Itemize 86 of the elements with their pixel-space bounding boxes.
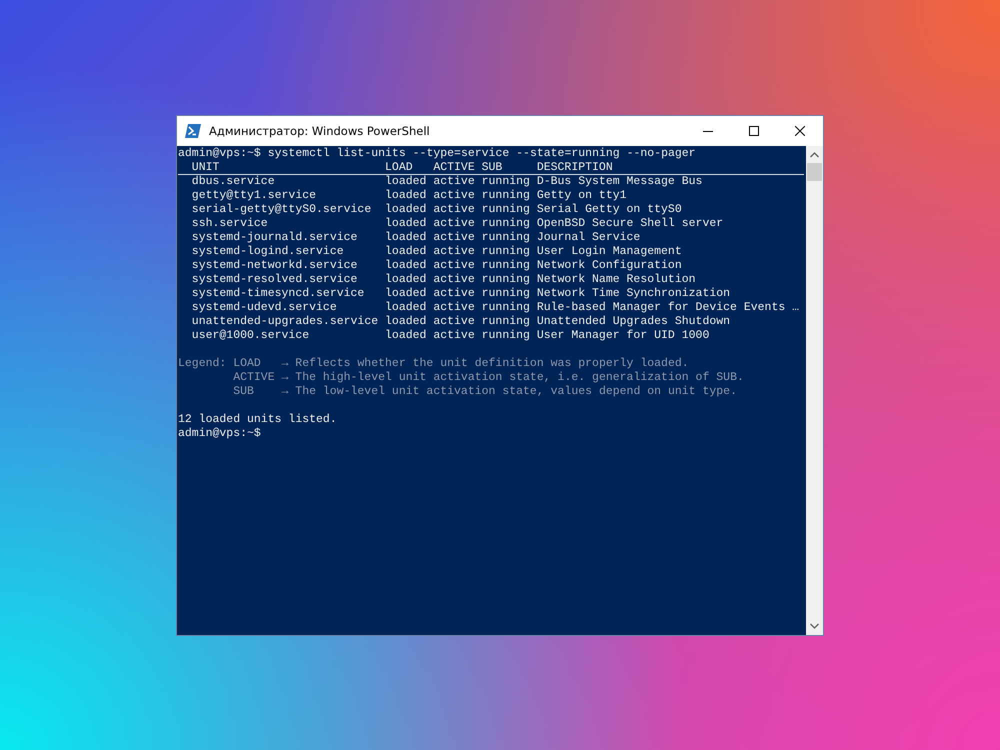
- shell-prompt: admin@vps:~$: [178, 426, 261, 440]
- sub-state: running: [482, 314, 531, 328]
- unit-name: systemd-logind.service: [192, 244, 345, 258]
- active-state: active: [433, 216, 476, 230]
- legend-arrow: →: [282, 384, 290, 398]
- legend-key: SUB: [233, 384, 282, 398]
- unit-description: Getty on tty1: [536, 188, 628, 202]
- sub-state: running: [482, 188, 531, 202]
- maximize-icon: [749, 126, 759, 136]
- load-state: loaded: [385, 258, 428, 272]
- scrollbar[interactable]: [806, 146, 823, 634]
- scroll-thumb[interactable]: [807, 162, 822, 180]
- powershell-icon: [185, 124, 201, 138]
- unit-description: OpenBSD Secure Shell server: [536, 216, 724, 230]
- sub-state: running: [482, 300, 531, 314]
- unit-name: systemd-networkd.service: [192, 258, 358, 272]
- sub-state: running: [482, 286, 531, 300]
- legend-text: The high-level unit activation state, i.e. generalization of SUB.: [295, 370, 745, 384]
- legend-text: The low-level unit activation state, values depend on unit type.: [295, 384, 738, 398]
- summary-text: 12 loaded units listed.: [178, 412, 337, 426]
- legend-arrow: →: [282, 356, 290, 370]
- active-state: active: [433, 314, 476, 328]
- active-state: active: [433, 230, 476, 244]
- sub-state: running: [482, 202, 531, 216]
- sub-state: running: [482, 174, 531, 188]
- unit-description: User Login Management: [536, 244, 683, 258]
- load-state: loaded: [385, 272, 428, 286]
- load-state: loaded: [385, 230, 428, 244]
- sub-state: running: [482, 258, 531, 272]
- unit-description: Rule-based Manager for Device Events …: [536, 300, 800, 314]
- unit-description: Network Name Resolution: [536, 272, 697, 286]
- command-line: admin@vps:~$ systemctl list-units --type=service --state=running --no-pager: [178, 146, 696, 160]
- active-state: active: [433, 258, 476, 272]
- load-state: loaded: [385, 300, 428, 314]
- unit-description: D-Bus System Message Bus: [536, 174, 704, 188]
- column-header: UNIT: [192, 160, 220, 174]
- column-header: LOAD: [385, 160, 414, 174]
- unit-name: dbus.service: [192, 174, 276, 188]
- load-state: loaded: [385, 202, 428, 216]
- scroll-down-icon[interactable]: [810, 622, 819, 628]
- load-state: loaded: [385, 328, 428, 342]
- load-state: loaded: [385, 216, 428, 230]
- window-title: Администратор: Windows PowerShell: [209, 124, 431, 138]
- active-state: active: [433, 300, 476, 314]
- legend-label: Legend:: [178, 356, 228, 370]
- active-state: active: [433, 244, 476, 258]
- sub-state: running: [482, 272, 531, 286]
- load-state: loaded: [385, 286, 428, 300]
- unit-name: systemd-journald.service: [192, 230, 358, 244]
- unit-description: Network Time Synchronization: [536, 286, 732, 300]
- active-state: active: [433, 188, 476, 202]
- unit-description: User Manager for UID 1000: [536, 328, 710, 342]
- load-state: loaded: [385, 244, 428, 258]
- unit-name: unattended-upgrades.service: [192, 314, 380, 328]
- load-state: loaded: [385, 174, 428, 188]
- unit-name: systemd-resolved.service: [192, 272, 358, 286]
- legend-arrow: →: [282, 370, 290, 384]
- active-state: active: [433, 328, 476, 342]
- unit-name: ssh.service: [192, 216, 269, 230]
- legend-text: Reflects whether the unit definition was properly loaded.: [295, 356, 690, 370]
- column-header: ACTIVE: [433, 160, 476, 174]
- unit-name: systemd-udevd.service: [192, 300, 338, 314]
- legend-key: LOAD: [233, 356, 282, 370]
- unit-description: Serial Getty on ttyS0: [536, 202, 683, 216]
- column-header: DESCRIPTION: [536, 160, 614, 174]
- legend-key: ACTIVE: [233, 370, 282, 384]
- scroll-up-icon[interactable]: [810, 152, 819, 158]
- sub-state: running: [482, 328, 531, 342]
- load-state: loaded: [385, 188, 428, 202]
- load-state: loaded: [385, 314, 428, 328]
- active-state: active: [433, 286, 476, 300]
- unit-description: Journal Service: [536, 230, 642, 244]
- sub-state: running: [482, 230, 531, 244]
- active-state: active: [433, 272, 476, 286]
- unit-description: Network Configuration: [536, 258, 683, 272]
- sub-state: running: [482, 216, 531, 230]
- unit-name: getty@tty1.service: [192, 188, 318, 202]
- sub-state: running: [482, 244, 531, 258]
- active-state: active: [433, 174, 476, 188]
- active-state: active: [433, 202, 476, 216]
- unit-name: systemd-timesyncd.service: [192, 286, 366, 300]
- unit-name: user@1000.service: [192, 328, 310, 342]
- close-icon: [795, 126, 805, 136]
- unit-name: serial-getty@ttyS0.service: [192, 202, 372, 216]
- unit-description: Unattended Upgrades Shutdown: [536, 314, 732, 328]
- column-header: SUB: [482, 160, 504, 174]
